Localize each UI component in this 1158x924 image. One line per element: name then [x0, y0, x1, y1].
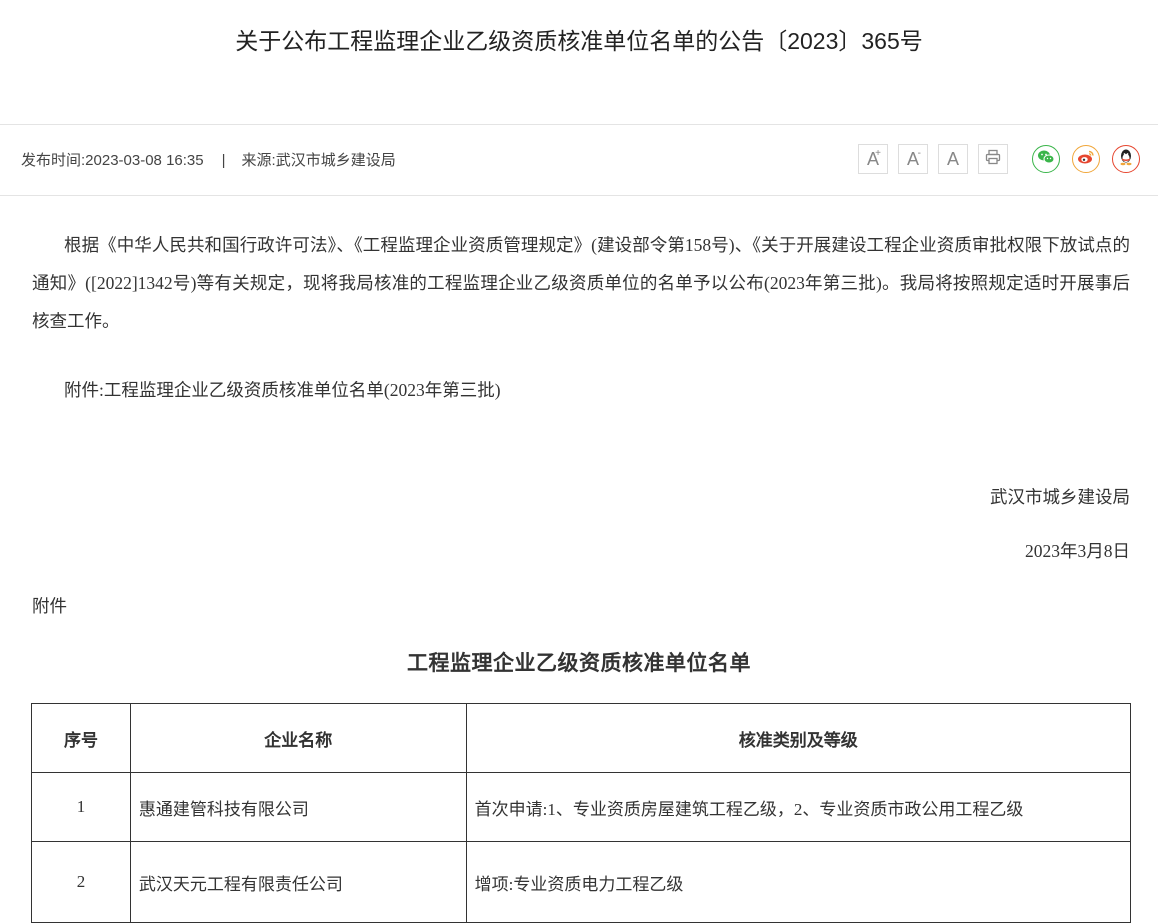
wechat-icon — [1037, 149, 1055, 170]
source-name: 武汉市城乡建设局 — [275, 152, 396, 169]
publish-time: 2023-03-08 16:35 — [85, 152, 204, 169]
row-index: 1 — [31, 772, 131, 842]
row-category: 增项:专业资质电力工程乙级 — [465, 841, 1132, 923]
header-category: 核准类别及等级 — [465, 703, 1132, 773]
row-company: 武汉天元工程有限责任公司 — [129, 841, 467, 923]
body-paragraph-1: 根据《中华人民共和国行政许可法》、《工程监理企业资质管理规定》(建设部令第158… — [32, 235, 1130, 331]
font-reset-label: A — [946, 148, 959, 169]
font-reset-button[interactable]: A — [938, 144, 968, 174]
weibo-icon — [1077, 149, 1095, 170]
header-index: 序号 — [31, 703, 131, 773]
header-company: 企业名称 — [129, 703, 467, 773]
table-row: 1 惠通建管科技有限公司 首次申请:1、专业资质房屋建筑工程乙级，2、专业资质市… — [31, 772, 1132, 842]
signature-issuer: 武汉市城乡建设局 — [990, 487, 1130, 507]
print-icon — [985, 149, 1001, 170]
page-title: 关于公布工程监理企业乙级资质核准单位名单的公告〔2023〕365号 — [235, 28, 923, 54]
publish-info: 发布时间:2023-03-08 16:35 | 来源:武汉市城乡建设局 — [21, 149, 396, 170]
table-row: 2 武汉天元工程有限责任公司 增项:专业资质电力工程乙级 — [31, 841, 1132, 923]
share-weibo-button[interactable] — [1072, 145, 1100, 173]
row-category: 首次申请:1、专业资质房屋建筑工程乙级，2、专业资质市政公用工程乙级 — [465, 772, 1132, 842]
share-qq-button[interactable] — [1112, 145, 1140, 173]
attachment-label: 附件 — [32, 596, 67, 616]
article-tools: A + A- A — [848, 144, 1140, 174]
qq-icon — [1118, 148, 1134, 171]
print-button[interactable] — [978, 144, 1008, 174]
table-header-row: 序号 企业名称 核准类别及等级 — [31, 703, 1132, 773]
signature-date: 2023年3月8日 — [1025, 541, 1130, 561]
font-decrease-mark: - — [917, 148, 921, 159]
publish-label: 发布时间: — [21, 152, 86, 169]
share-wechat-button[interactable] — [1032, 145, 1060, 173]
table-title: 工程监理企业乙级资质核准单位名单 — [407, 651, 751, 675]
font-decrease-button[interactable]: A- — [898, 144, 928, 174]
row-company: 惠通建管科技有限公司 — [129, 772, 467, 842]
attachment-link-paragraph[interactable]: 附件:工程监理企业乙级资质核准单位名单(2023年第三批) — [32, 371, 1130, 409]
font-increase-mark: + — [875, 148, 881, 159]
row-index: 2 — [31, 841, 131, 923]
source-label: 来源: — [241, 152, 276, 169]
font-increase-button[interactable]: A + — [858, 144, 888, 174]
article-meta-bar: 发布时间:2023-03-08 16:35 | 来源:武汉市城乡建设局 A + A- … — [0, 124, 1158, 196]
approved-units-table: 序号 企业名称 核准类别及等级 1 惠通建管科技有限公司 首次申请:1、专业资质… — [31, 703, 1132, 923]
meta-separator: | — [221, 152, 226, 169]
